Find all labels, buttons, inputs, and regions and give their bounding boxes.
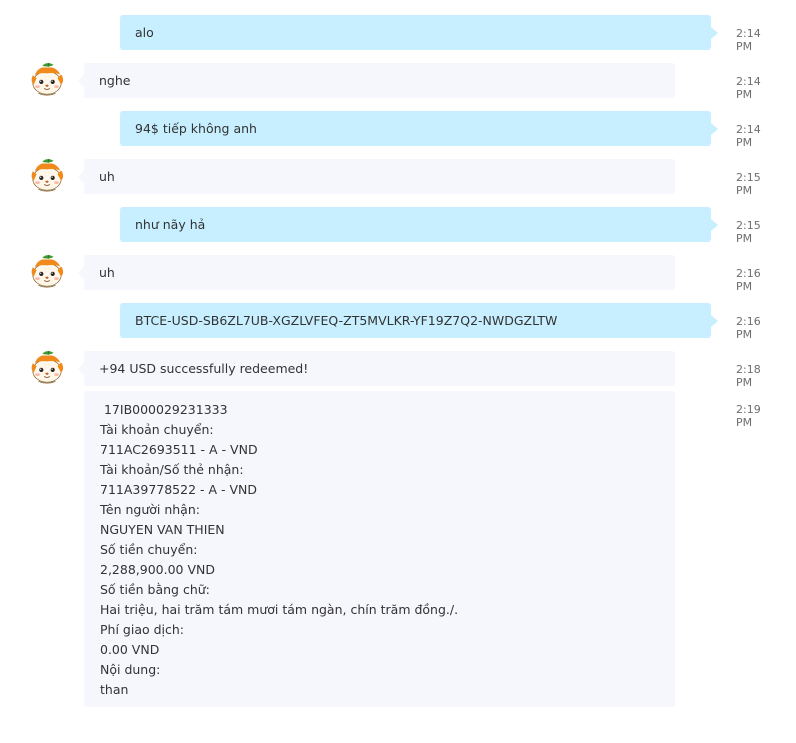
message-timestamp: 2:14 PM bbox=[736, 123, 761, 149]
hamster-avatar-icon[interactable] bbox=[28, 158, 66, 194]
transfer-line: 711AC2693511 - A - VND bbox=[100, 442, 258, 457]
incoming-message-bubble[interactable]: uh bbox=[78, 255, 675, 290]
transfer-line: Số tiền bằng chữ: bbox=[100, 582, 210, 597]
message-timestamp: 2:18 PM bbox=[736, 363, 761, 389]
transfer-line: Tên người nhận: bbox=[100, 502, 200, 517]
message-text: +94 USD successfully redeemed! bbox=[99, 361, 309, 376]
hamster-avatar-icon[interactable] bbox=[28, 254, 66, 290]
transfer-line: NGUYEN VAN THIEN bbox=[100, 522, 225, 537]
message-text: uh bbox=[99, 169, 115, 184]
message-timestamp: 2:15 PM bbox=[736, 219, 761, 245]
message-timestamp: 2:16 PM bbox=[736, 315, 761, 341]
transfer-line: than bbox=[100, 682, 129, 697]
message-timestamp: 2:16 PM bbox=[736, 267, 761, 293]
transfer-line: 17IB000029231333 bbox=[100, 402, 228, 417]
transfer-line: Tài khoản/Số thẻ nhận: bbox=[100, 462, 244, 477]
transfer-line: Phí giao dịch: bbox=[100, 622, 185, 637]
incoming-message-bubble[interactable]: nghe bbox=[78, 63, 675, 98]
transfer-line: 2,288,900.00 VND bbox=[100, 562, 215, 577]
incoming-message-bubble[interactable]: +94 USD successfully redeemed! bbox=[78, 351, 675, 386]
transfer-line: Nội dung: bbox=[100, 662, 161, 677]
message-text: BTCE-USD-SB6ZL7UB-XGZLVFEQ-ZT5MVLKR-YF19… bbox=[135, 313, 558, 328]
message-text: uh bbox=[99, 265, 115, 280]
message-text: nghe bbox=[99, 73, 131, 88]
outgoing-message-bubble[interactable]: BTCE-USD-SB6ZL7UB-XGZLVFEQ-ZT5MVLKR-YF19… bbox=[120, 303, 718, 338]
message-timestamp: 2:15 PM bbox=[736, 171, 761, 197]
hamster-avatar-icon[interactable] bbox=[28, 62, 66, 98]
incoming-message-bubble[interactable]: uh bbox=[78, 159, 675, 194]
message-text: như nãy hả bbox=[135, 217, 206, 232]
message-timestamp: 2:14 PM bbox=[736, 27, 761, 53]
outgoing-message-bubble[interactable]: 94$ tiếp không anh bbox=[120, 111, 718, 146]
message-timestamp: 2:14 PM bbox=[736, 75, 761, 101]
hamster-avatar-icon[interactable] bbox=[28, 350, 66, 386]
transfer-line: Số tiền chuyển: bbox=[100, 542, 198, 557]
incoming-transfer-message-bubble[interactable]: 17IB000029231333 Tài khoản chuyển: 711AC… bbox=[84, 391, 675, 707]
outgoing-message-bubble[interactable]: như nãy hả bbox=[120, 207, 718, 242]
transfer-line: 0.00 VND bbox=[100, 642, 160, 657]
message-text: alo bbox=[135, 25, 154, 40]
transfer-line: 711A39778522 - A - VND bbox=[100, 482, 258, 497]
message-timestamp: 2:19 PM bbox=[736, 403, 761, 429]
transfer-line: Tài khoản chuyển: bbox=[100, 422, 214, 437]
transfer-line: Hai triệu, hai trăm tám mươi tám ngàn, c… bbox=[100, 602, 459, 617]
message-text: 94$ tiếp không anh bbox=[135, 121, 257, 136]
outgoing-message-bubble[interactable]: alo bbox=[120, 15, 718, 50]
